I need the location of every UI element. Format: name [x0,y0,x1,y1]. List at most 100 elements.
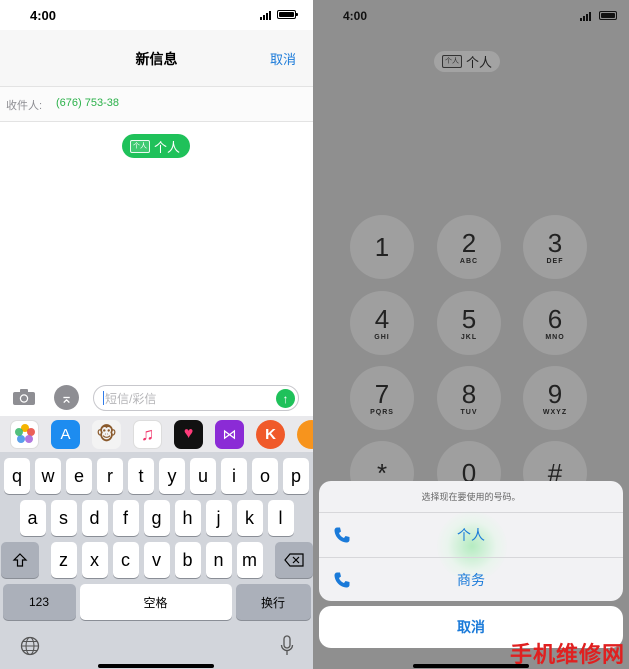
keyboard-row-2: asdfghjkl [0,500,313,536]
imessage-app-drawer: A 🐵 ♫ ♥ ⋈ K [0,416,313,452]
dial-key-3[interactable]: 3 DEF [523,215,587,279]
numbers-key[interactable]: 123 [2,584,76,620]
option-personal[interactable]: 个人 [319,513,623,557]
option-label: 个人 [457,527,485,543]
line-tag: 个人 [130,139,150,153]
line-tag: 个人 [442,55,462,68]
photos-app-icon[interactable] [10,419,39,449]
key-e[interactable]: e [66,458,92,494]
key-s[interactable]: s [50,500,77,536]
key-p[interactable]: p [283,458,309,494]
dial-key-2[interactable]: 2 ABC [437,215,501,279]
key-z[interactable]: z [50,542,77,578]
signal-icon [260,11,271,20]
key-y[interactable]: y [159,458,185,494]
recipient-row[interactable]: 收件人: (676) 753-38 [0,86,313,122]
key-v[interactable]: v [143,542,170,578]
key-h[interactable]: h [174,500,201,536]
orange-app-icon[interactable] [297,419,313,449]
phone-icon [334,527,350,543]
camera-icon[interactable] [12,388,36,406]
recipient-number[interactable]: (676) 753-38 [56,97,119,109]
key-j[interactable]: j [205,500,232,536]
keyboard-row-3: zxcvbnm [0,542,313,578]
keyboard-row-1: qwertyuiop [0,458,313,494]
battery-icon [599,11,617,20]
key-d[interactable]: d [81,500,108,536]
phone-icon [334,572,350,588]
key-u[interactable]: u [190,458,216,494]
keyboard: qwertyuiop asdfghjkl zxcvbnm 123 空格 换行 [0,452,313,669]
key-a[interactable]: a [19,500,46,536]
status-time: 4:00 [30,8,57,23]
recipient-label: 收件人: [6,100,43,112]
dial-key-7[interactable]: 7 PQRS [350,366,414,430]
globe-icon[interactable] [20,636,40,656]
key-c[interactable]: c [112,542,139,578]
key-l[interactable]: l [267,500,294,536]
animoji-app-icon[interactable]: 🐵 [92,419,121,449]
bowtie-app-icon[interactable]: ⋈ [215,419,244,449]
microphone-icon[interactable] [280,635,294,657]
signal-icon [580,12,591,21]
nav-bar: 新信息 取消 [0,30,313,86]
line-selector-chip[interactable]: 个人 个人 [122,134,191,158]
dial-key-1[interactable]: 1 [350,215,414,279]
option-label: 商务 [457,571,485,588]
key-m[interactable]: m [236,542,263,578]
key-x[interactable]: x [81,542,108,578]
new-message-screen: 4:00 新信息 取消 收件人: (676) 753-38 个人 个人 ⌅ 短信… [0,0,313,669]
shift-icon [12,553,27,567]
space-key[interactable]: 空格 [79,584,232,620]
key-r[interactable]: r [97,458,123,494]
keyboard-row-3-letters: zxcvbnm [50,542,263,578]
option-business[interactable]: 商务 [319,557,623,601]
key-q[interactable]: q [4,458,30,494]
dial-key-6[interactable]: 6 MNO [523,291,587,355]
key-k[interactable]: k [236,500,263,536]
dial-key-4[interactable]: 4 GHI [350,291,414,355]
dial-letters: GHI [374,333,390,341]
k-app-icon[interactable]: K [256,419,285,449]
dial-key-5[interactable]: 5 JKL [437,291,501,355]
page-title: 新信息 [135,51,178,67]
app-store-app-icon[interactable]: A [51,419,80,449]
dial-digit: 9 [547,378,563,409]
home-indicator[interactable] [98,664,214,668]
key-i[interactable]: i [221,458,247,494]
delete-key[interactable] [274,542,313,578]
key-f[interactable]: f [112,500,139,536]
shift-key[interactable] [0,542,39,578]
dial-digit: 8 [461,378,477,409]
key-n[interactable]: n [205,542,232,578]
key-w[interactable]: w [35,458,61,494]
key-g[interactable]: g [143,500,170,536]
dial-digit: 1 [374,232,390,262]
backspace-icon [283,553,304,567]
key-b[interactable]: b [174,542,201,578]
composer-bar: ⌅ 短信/彩信 ↑ [0,380,313,416]
dial-letters: MNO [545,333,565,341]
keyboard-row-4: 123 空格 换行 [0,584,313,620]
message-placeholder: 短信/彩信 [105,391,157,406]
dialer-screen: 4:00 个人 个人 1 2 ABC 3 DEF 4 GHI 5 JKL 6 MNO 7 PQRS 8 TU… [313,0,629,669]
battery-icon [277,10,298,19]
dial-key-9[interactable]: 9 WXYZ [523,366,587,430]
sheet-hint: 选择现在要使用的号码。 [319,481,623,513]
send-arrow-icon[interactable]: ↑ [276,389,295,408]
key-o[interactable]: o [252,458,278,494]
number-choice-sheet: 选择现在要使用的号码。 个人 商务 [319,481,623,601]
key-t[interactable]: t [128,458,154,494]
app-store-icon[interactable]: ⌅ [54,385,79,410]
message-input[interactable]: 短信/彩信 ↑ [93,385,299,411]
line-selector-chip[interactable]: 个人 个人 [434,51,501,72]
dial-letters: WXYZ [542,408,568,416]
dial-digit: 7 [374,378,390,409]
dial-digit: 5 [461,303,477,334]
return-key[interactable]: 换行 [235,584,311,620]
music-app-icon[interactable]: ♫ [133,419,162,449]
digital-touch-app-icon[interactable]: ♥ [174,419,203,449]
cancel-button[interactable]: 取消 [270,49,296,68]
dial-letters: JKL [460,333,478,341]
dial-key-8[interactable]: 8 TUV [437,366,501,430]
